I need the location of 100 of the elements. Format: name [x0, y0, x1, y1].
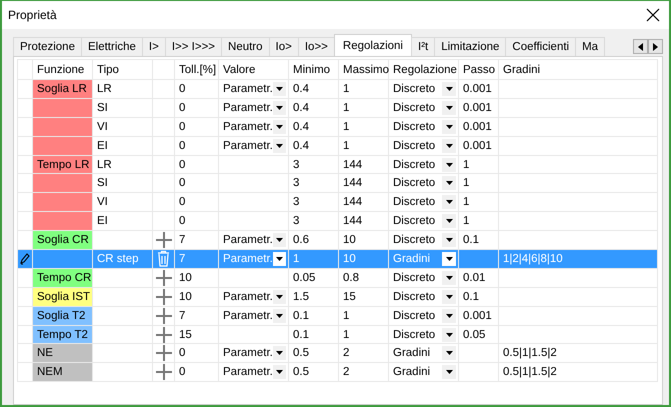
cell-text: 15: [179, 328, 192, 341]
column-header[interactable]: Valore: [218, 60, 288, 80]
add-icon[interactable]: [156, 232, 172, 248]
cell-text: 3: [293, 158, 300, 170]
cell-text: 3: [293, 196, 300, 208]
column-header[interactable]: Toll.[%]: [174, 60, 218, 80]
cell-text: 10: [343, 252, 356, 265]
add-icon[interactable]: [156, 270, 172, 286]
cell-text: 1: [343, 102, 350, 114]
cell-text: 0: [179, 196, 186, 208]
function-cell: Soglia LR: [32, 80, 92, 98]
cell-text: 0: [179, 215, 186, 228]
cell-text: SI: [97, 177, 108, 190]
cell-text: 0: [179, 102, 186, 114]
tab[interactable]: Regolazioni: [334, 34, 412, 56]
close-icon[interactable]: [645, 7, 661, 23]
cell-text: 15: [343, 290, 356, 303]
cell-text: 0.001: [463, 82, 492, 95]
cell-text: 0: [179, 177, 186, 190]
function-cell: Tempo CR: [32, 268, 92, 288]
add-icon[interactable]: [156, 364, 172, 380]
function-cell: Tempo T2: [32, 325, 92, 344]
cell-text: 0.5: [293, 347, 309, 360]
cell-text: 1.5: [293, 290, 309, 303]
cell-text: 0.01: [463, 272, 486, 284]
column-header[interactable]: Gradini: [498, 60, 658, 80]
window-title: Proprietà: [8, 8, 57, 22]
tab[interactable]: Protezione: [13, 37, 82, 56]
cell-text: 1: [343, 120, 350, 133]
function-cell: Soglia IST: [32, 287, 92, 306]
cell-text: LR: [97, 82, 112, 95]
cell-text: EI: [97, 215, 108, 228]
cell-text: 0.1: [293, 328, 309, 341]
cell-text: 1: [463, 177, 470, 190]
pencil-icon: [20, 252, 30, 265]
scroll-left-icon[interactable]: [633, 39, 648, 54]
column-header[interactable]: Regolazione: [388, 60, 458, 80]
column-header[interactable]: Massimo: [338, 60, 388, 80]
cell-text: 1: [293, 252, 300, 265]
cell-text: 0.5: [293, 366, 309, 378]
add-icon[interactable]: [156, 345, 172, 362]
cell-text: 0: [179, 347, 186, 360]
cell-text: 1: [463, 215, 470, 228]
cell-text: 1: [343, 328, 350, 341]
cell-text: 0: [179, 366, 186, 378]
add-icon[interactable]: [156, 288, 172, 305]
cell-text: 0.4: [293, 140, 309, 152]
cell-text: 0.1: [463, 234, 479, 246]
cell-text: 0.001: [463, 120, 492, 133]
cell-text: 144: [343, 215, 362, 228]
cell-text: 1: [343, 140, 350, 152]
tab[interactable]: I²t: [411, 37, 436, 56]
cell-text: 0.001: [463, 140, 492, 152]
cell-text: 144: [343, 196, 362, 208]
cell-text: 0.4: [293, 102, 309, 114]
column-header[interactable]: Tipo: [92, 60, 152, 80]
cell-text: 7: [179, 234, 186, 246]
add-icon[interactable]: [156, 308, 172, 324]
cell-text: 10: [179, 272, 192, 284]
column-header[interactable]: Minimo: [288, 60, 338, 80]
cell-text: EI: [97, 140, 108, 152]
cell-text: SI: [97, 102, 108, 114]
cell-text: 0.5|1|1.5|2: [503, 347, 557, 360]
function-cell: Soglia CR: [32, 230, 92, 250]
cell-text: 0.6: [293, 234, 309, 246]
cell-text: 144: [343, 177, 362, 190]
scroll-right-icon[interactable]: [648, 39, 663, 54]
cell-text: 144: [343, 158, 362, 170]
cell-text: CR step: [97, 252, 139, 265]
trash-icon[interactable]: [157, 250, 170, 268]
cell-text: 3: [293, 215, 300, 228]
add-icon[interactable]: [156, 326, 172, 343]
cell-text: 0.8: [343, 272, 359, 284]
cell-text: 0.001: [463, 310, 492, 322]
cell-text: 3: [293, 177, 300, 190]
cell-text: 0.4: [293, 120, 309, 133]
cell-text: 0.5|1|1.5|2: [503, 366, 557, 378]
cell-text: 1: [343, 82, 350, 95]
cell-text: 10: [343, 234, 356, 246]
cell-text: 0: [179, 158, 186, 170]
cell-text: 0: [179, 120, 186, 133]
tab[interactable]: Ma: [575, 37, 606, 56]
column-header[interactable]: Passo: [458, 60, 498, 80]
cell-text: 0.1: [463, 290, 479, 303]
cell-text: VI: [97, 196, 108, 208]
function-cell: NE: [32, 344, 92, 363]
cell-text: 1|2|4|6|8|10: [503, 252, 563, 265]
cell-text: 0: [179, 140, 186, 152]
cell-text: 0.05: [293, 272, 316, 284]
function-cell: Soglia T2: [32, 306, 92, 326]
cell-text: 2: [343, 347, 350, 360]
cell-text: 10: [179, 290, 192, 303]
function-cell: NEM: [32, 362, 92, 382]
cell-text: 2: [343, 366, 350, 378]
cell-text: LR: [97, 158, 112, 170]
cell-text: VI: [97, 120, 108, 133]
cell-text: 0.001: [463, 102, 492, 114]
cell-text: 0: [179, 82, 186, 95]
cell-text: 0.4: [293, 82, 309, 95]
cell-text: 1: [463, 158, 470, 170]
